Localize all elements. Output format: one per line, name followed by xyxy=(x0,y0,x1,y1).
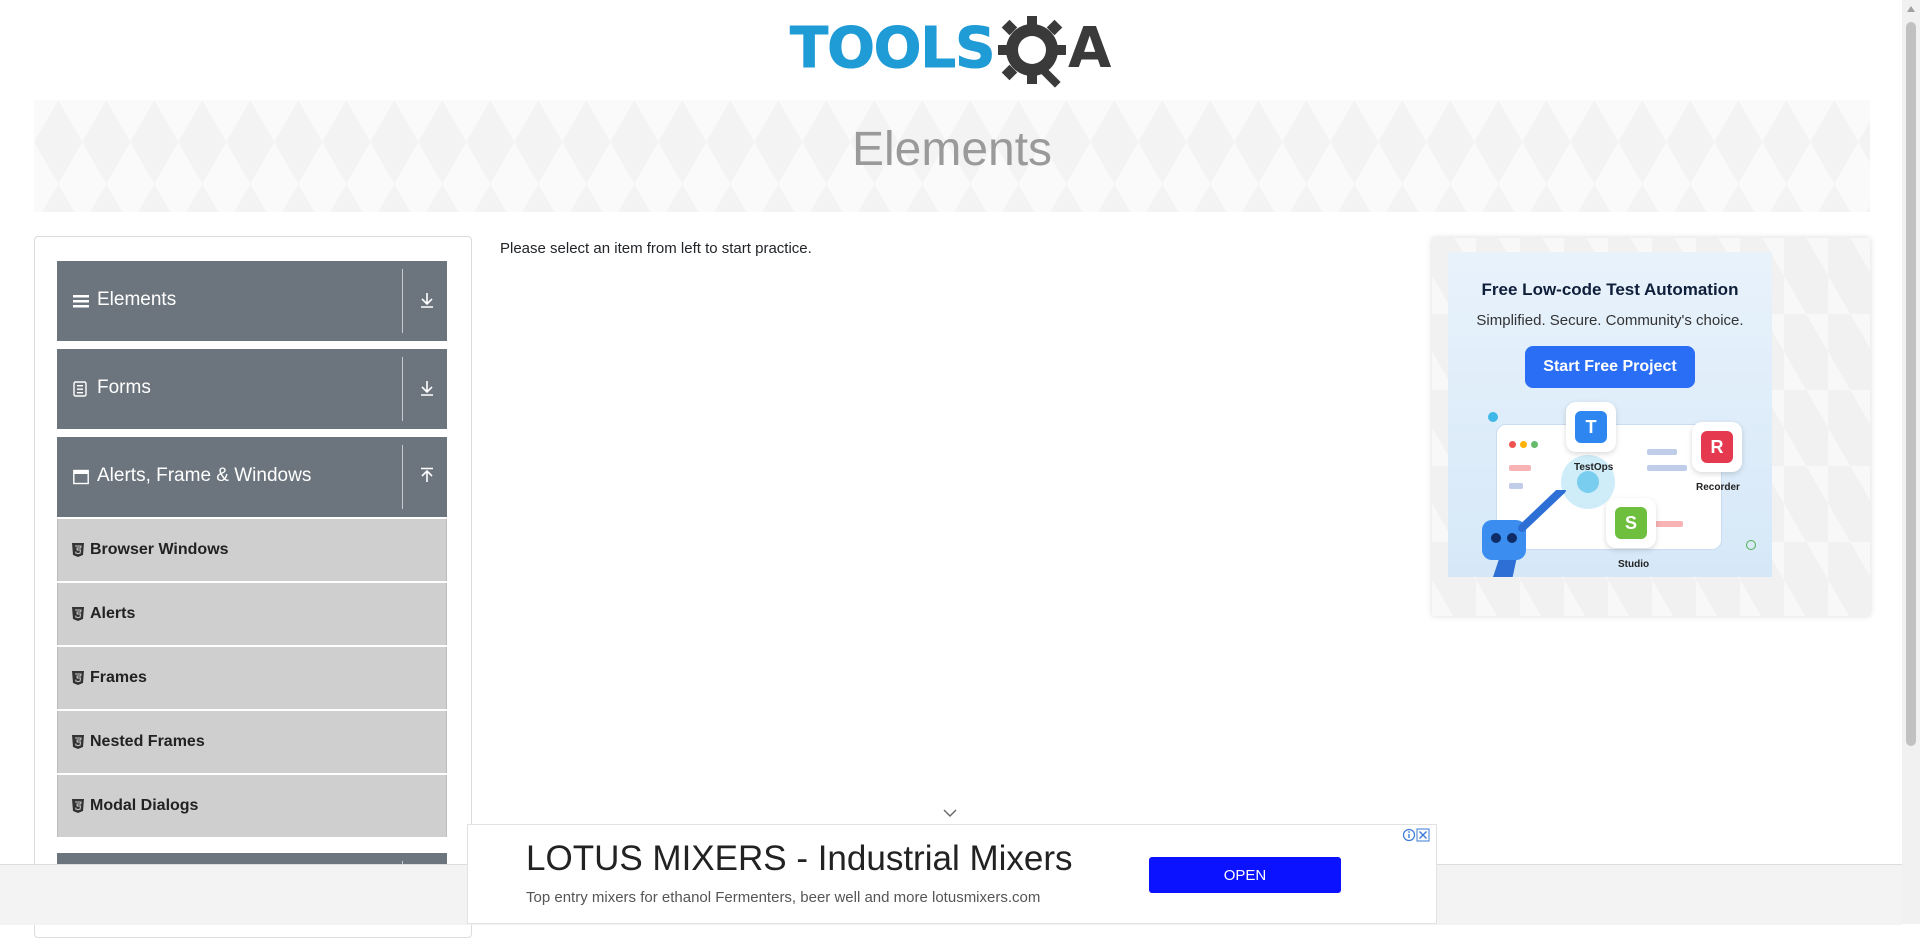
start-free-project-button[interactable]: Start Free Project xyxy=(1525,346,1695,388)
gear-magnifier-icon xyxy=(998,16,1066,88)
page-scrollbar[interactable] xyxy=(1902,0,1920,924)
html5-icon xyxy=(72,543,84,557)
recorder-icon: R xyxy=(1701,431,1733,463)
sidebar: Elements Forms Alerts, Frame & Windows B… xyxy=(34,236,472,938)
ad-description: Top entry mixers for ethanol Fermenters,… xyxy=(526,889,1041,906)
page-banner: Elements xyxy=(34,100,1870,212)
sidebar-item-label: Modal Dialogs xyxy=(90,797,199,814)
group-label: Alerts, Frame & Windows xyxy=(97,465,312,486)
group-header-forms[interactable]: Forms xyxy=(57,349,447,429)
page-title: Elements xyxy=(851,123,1053,176)
sidebar-item-nested-frames[interactable]: Nested Frames xyxy=(57,711,447,773)
recorder-app-tile: R xyxy=(1692,422,1742,472)
scroll-thumb[interactable] xyxy=(1906,22,1916,746)
download-icon[interactable] xyxy=(419,379,435,397)
sidebar-item-browser-windows[interactable]: Browser Windows xyxy=(57,519,447,581)
group-header-elements[interactable]: Elements xyxy=(57,261,447,341)
studio-app-tile: S xyxy=(1606,498,1656,548)
divider xyxy=(402,269,403,333)
download-icon[interactable] xyxy=(419,291,435,309)
robot-arm-illustration xyxy=(1482,490,1566,577)
sidebar-item-modal-dialogs[interactable]: Modal Dialogs xyxy=(57,775,447,837)
katalon-ad[interactable]: Free Low-code Test Automation Simplified… xyxy=(1448,252,1772,577)
html5-icon xyxy=(72,607,84,621)
upload-icon[interactable] xyxy=(419,467,435,485)
html5-icon xyxy=(72,735,84,749)
toolsqa-logo[interactable]: TOOLS A xyxy=(789,14,1116,92)
scroll-up-arrow-icon[interactable] xyxy=(1907,6,1915,12)
open-button[interactable]: OPEN xyxy=(1149,857,1341,893)
ad-subtitle: Simplified. Secure. Community's choice. xyxy=(1476,312,1744,329)
sidebar-item-alerts[interactable]: Alerts xyxy=(57,583,447,645)
bottom-ad-banner[interactable]: LOTUS MIXERS - Industrial Mixers Top ent… xyxy=(467,824,1437,924)
app-label: TestOps xyxy=(1574,462,1614,473)
chevron-down-icon[interactable] xyxy=(942,808,958,818)
sidebar-item-label: Browser Windows xyxy=(90,541,229,558)
sidebar-item-frames[interactable]: Frames xyxy=(57,647,447,709)
divider xyxy=(402,445,403,509)
main-prompt: Please select an item from left to start… xyxy=(500,240,812,257)
hamburger-icon xyxy=(73,295,89,308)
group-label: Elements xyxy=(97,289,177,310)
decor-dot xyxy=(1488,412,1498,422)
logo-text-a: A xyxy=(1068,16,1112,81)
decor-ring xyxy=(1746,540,1756,550)
ad-choices-icon[interactable] xyxy=(1402,827,1430,843)
html5-icon xyxy=(72,671,84,685)
form-icon xyxy=(73,381,87,397)
ad-headline: LOTUS MIXERS - Industrial Mixers xyxy=(526,839,1073,878)
testops-icon: T xyxy=(1575,411,1607,443)
testops-app-tile: T xyxy=(1566,402,1616,452)
window-icon xyxy=(73,469,89,485)
logo-text-tools: TOOLS xyxy=(789,16,995,81)
html5-icon xyxy=(72,799,84,813)
divider xyxy=(402,357,403,421)
group-header-alerts-frame-windows[interactable]: Alerts, Frame & Windows xyxy=(57,437,447,517)
app-label: Studio xyxy=(1618,559,1650,570)
sidebar-item-label: Frames xyxy=(90,669,147,686)
right-ad-container: Free Low-code Test Automation Simplified… xyxy=(1432,238,1870,616)
ad-title: Free Low-code Test Automation xyxy=(1481,280,1739,299)
studio-icon: S xyxy=(1615,507,1647,539)
sidebar-item-label: Alerts xyxy=(90,605,136,622)
group-label: Forms xyxy=(97,377,151,398)
app-label: Recorder xyxy=(1696,482,1740,493)
sidebar-item-label: Nested Frames xyxy=(90,733,205,750)
